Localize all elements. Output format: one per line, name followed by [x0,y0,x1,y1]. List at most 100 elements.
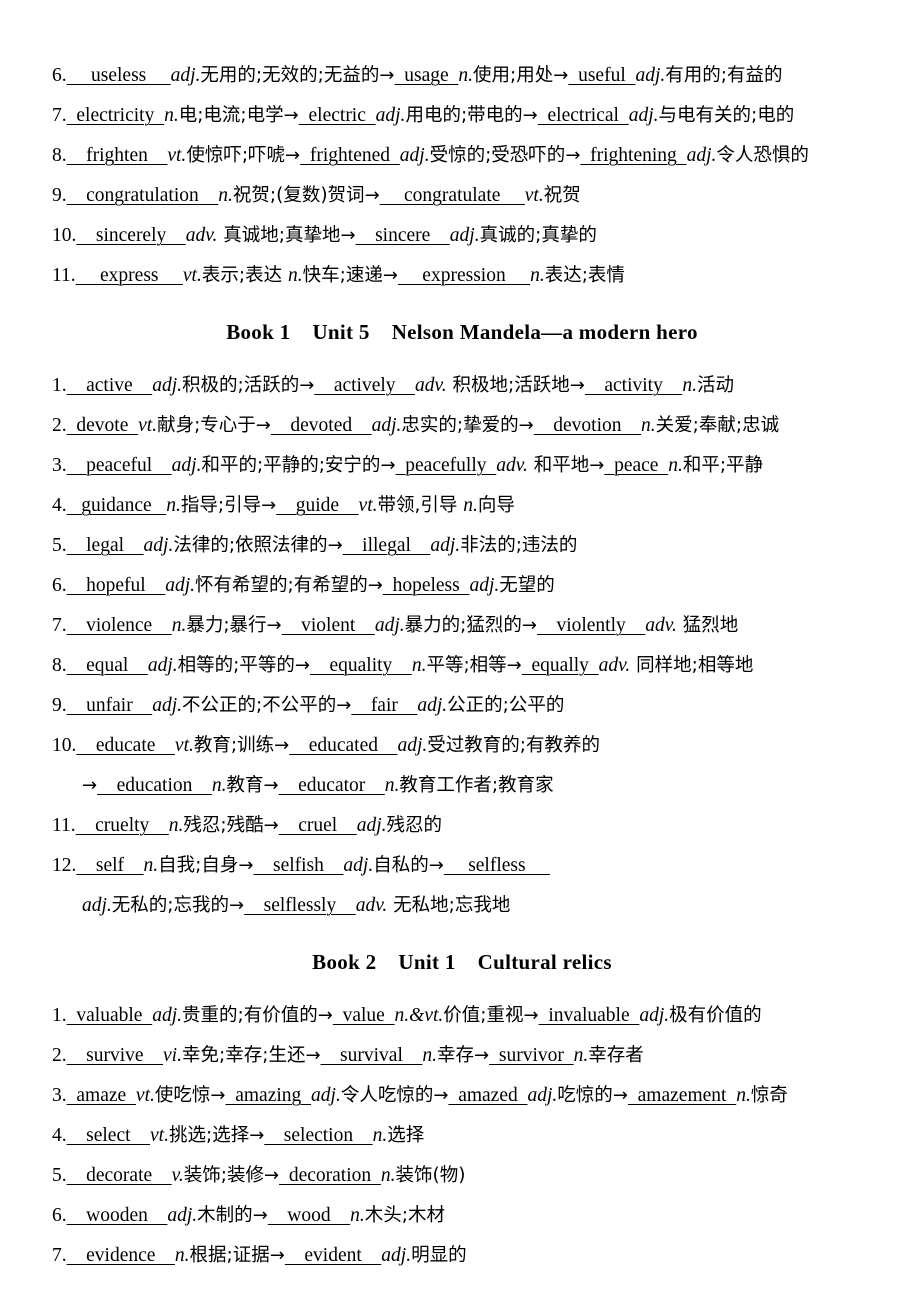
answer-blank[interactable]: frighten [67,145,168,166]
chinese-gloss: 怀有希望的;有希望的 [195,575,368,596]
answer-blank[interactable]: selfish [253,855,343,876]
part-of-speech: vt. [150,1125,169,1146]
answer-blank[interactable]: valuable [67,1005,153,1026]
answer-blank[interactable]: equality [310,655,412,676]
answer-blank[interactable]: usage [394,65,458,86]
answer-blank[interactable]: illegal [343,535,431,556]
chinese-gloss: 令人恐惧的 [716,145,809,166]
answer-blank[interactable]: hopeful [67,575,166,596]
answer-blank[interactable]: evidence [67,1245,175,1266]
answer-blank[interactable]: survival [321,1045,423,1066]
answer-blank[interactable]: educator [279,775,385,796]
answer-blank[interactable]: wood [268,1205,350,1226]
answer-blank[interactable]: evident [285,1245,381,1266]
arrow-icon: → [283,105,299,126]
answer-blank[interactable]: amazed [448,1085,527,1106]
answer-blank[interactable]: selflessly [244,895,356,916]
answer-blank[interactable]: amaze [67,1085,136,1106]
answer-blank[interactable]: legal [67,535,144,556]
chinese-gloss: 祝贺;(复数)贺词 [232,185,365,206]
answer-blank[interactable]: select [67,1125,150,1146]
part-of-speech: adj. [356,815,387,836]
entry-number: 1. [52,1005,67,1026]
answer-blank[interactable]: devotion [534,415,641,436]
answer-blank[interactable]: actively [314,375,415,396]
vocabulary-entry: 9. unfair adj.不公正的;不公平的→ fair adj.公正的;公平… [52,686,872,726]
part-of-speech: n. [411,655,427,676]
answer-blank[interactable]: guidance [67,495,167,516]
answer-blank[interactable]: express [76,265,183,286]
heading-book: Book 1 [226,320,291,344]
answer-blank[interactable]: educated [289,735,397,756]
answer-blank[interactable]: selfless [444,855,550,876]
answer-blank[interactable]: survive [67,1045,163,1066]
answer-blank[interactable]: expression [398,265,530,286]
answer-blank[interactable]: guide [276,495,358,516]
entry-number: 6. [52,65,67,86]
answer-blank[interactable]: frightened [300,145,400,166]
answer-blank[interactable]: invaluable [539,1005,640,1026]
heading-title: Nelson Mandela—a modern hero [391,320,698,344]
entry-number: 8. [52,655,67,676]
vocabulary-entry: 6. wooden adj.木制的→ wood n.木头;木材 [52,1196,872,1236]
answer-blank[interactable]: amazement [628,1085,736,1106]
answer-blank[interactable]: devote [67,415,138,436]
part-of-speech: n. [211,775,227,796]
answer-blank[interactable]: activity [585,375,682,396]
answer-blank[interactable]: hopeless [383,575,470,596]
entry-number: 5. [52,535,67,556]
answer-blank[interactable]: decorate [67,1165,172,1186]
answer-blank[interactable]: violent [282,615,375,636]
answer-blank[interactable]: decoration [279,1165,381,1186]
answer-blank[interactable]: equally [522,655,599,676]
part-of-speech: vt. [182,265,202,286]
part-of-speech: n. [668,455,683,476]
answer-blank[interactable]: sincere [356,225,450,246]
answer-blank[interactable]: sincerely [76,225,185,246]
answer-blank[interactable]: cruelty [76,815,169,836]
part-of-speech: n. [171,615,187,636]
answer-blank[interactable]: electric [299,105,376,126]
answer-blank[interactable]: amazing [225,1085,311,1106]
answer-blank[interactable]: useless [67,65,171,86]
answer-blank[interactable]: selection [264,1125,372,1146]
answer-blank[interactable]: violently [537,615,645,636]
answer-blank[interactable]: equal [67,655,148,676]
answer-blank[interactable]: value [333,1005,395,1026]
answer-blank[interactable]: electricity [67,105,164,126]
chinese-gloss: 根据;证据 [189,1245,270,1266]
part-of-speech: n. [350,1205,365,1226]
answer-blank[interactable]: educate [76,735,175,756]
arrow-icon: → [433,1085,449,1106]
answer-blank[interactable]: useful [568,65,635,86]
chinese-gloss: 无私的;忘我的 [111,895,230,916]
answer-blank[interactable]: education [97,775,212,796]
answer-blank[interactable]: peacefully [396,455,497,476]
chinese-gloss: 和平地 [527,455,590,476]
vocabulary-entry: 1. valuable adj.贵重的;有价值的→ value n.&vt.价值… [52,996,872,1036]
chinese-gloss: 电;电流;电学 [178,105,284,126]
arrow-icon: → [264,1165,280,1186]
answer-blank[interactable]: self [76,855,143,876]
answer-blank[interactable]: survivor [489,1045,574,1066]
answer-blank[interactable]: fair [351,695,417,716]
part-of-speech: adj. [397,735,428,756]
arrow-icon: → [379,65,395,86]
chinese-gloss: 暴力的;猛烈的 [404,615,522,636]
part-of-speech: adj. [82,895,112,916]
answer-blank[interactable]: devoted [271,415,372,436]
answer-blank[interactable]: cruel [279,815,357,836]
answer-blank[interactable]: active [67,375,153,396]
answer-blank[interactable]: congratulation [67,185,219,206]
arrow-icon: → [553,65,569,86]
answer-blank[interactable]: unfair [67,695,153,716]
part-of-speech: adv. [185,225,218,246]
answer-blank[interactable]: congratulate [380,185,525,206]
part-of-speech: adj. [152,1005,182,1026]
answer-blank[interactable]: wooden [67,1205,168,1226]
answer-blank[interactable]: peaceful [67,455,172,476]
answer-blank[interactable]: electrical [538,105,629,126]
answer-blank[interactable]: peace [604,455,668,476]
answer-blank[interactable]: frightening [580,145,686,166]
answer-blank[interactable]: violence [67,615,172,636]
